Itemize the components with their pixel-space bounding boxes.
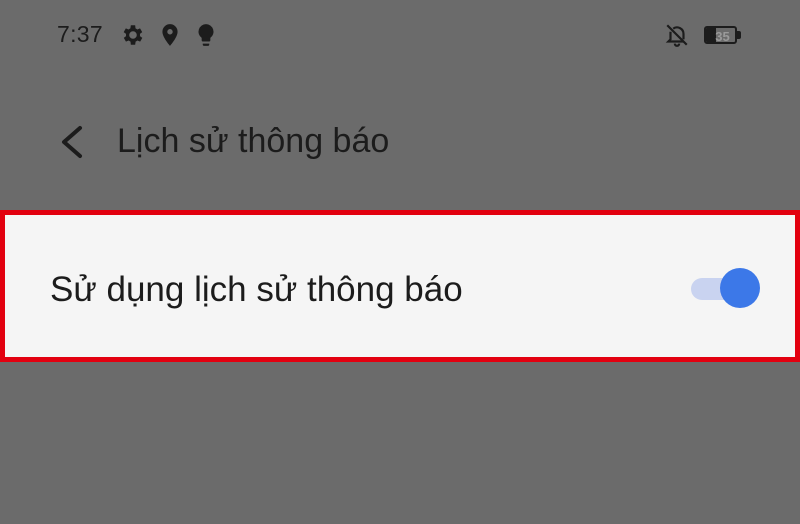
toggle-knob — [720, 268, 760, 308]
battery-body: 35 — [704, 26, 737, 44]
bell-off-icon — [664, 22, 690, 48]
battery-level: 35 — [715, 29, 730, 44]
notification-history-toggle[interactable] — [687, 267, 760, 311]
chevron-left-icon — [62, 126, 82, 158]
lightbulb-icon — [193, 22, 219, 48]
gear-icon — [120, 22, 146, 48]
location-pin-icon — [157, 22, 183, 48]
setting-label: Sử dụng lịch sử thông báo — [50, 270, 463, 309]
notification-history-setting-row[interactable]: Sử dụng lịch sử thông báo — [0, 210, 800, 362]
status-time: 7:37 — [57, 21, 103, 47]
battery-tip — [737, 31, 741, 39]
header: Lịch sử thông báo — [0, 100, 800, 190]
page-title: Lịch sử thông báo — [117, 122, 390, 160]
status-bar: 7:37 35 — [0, 0, 800, 72]
back-button[interactable] — [50, 120, 90, 164]
battery-icon: 35 — [704, 24, 742, 46]
